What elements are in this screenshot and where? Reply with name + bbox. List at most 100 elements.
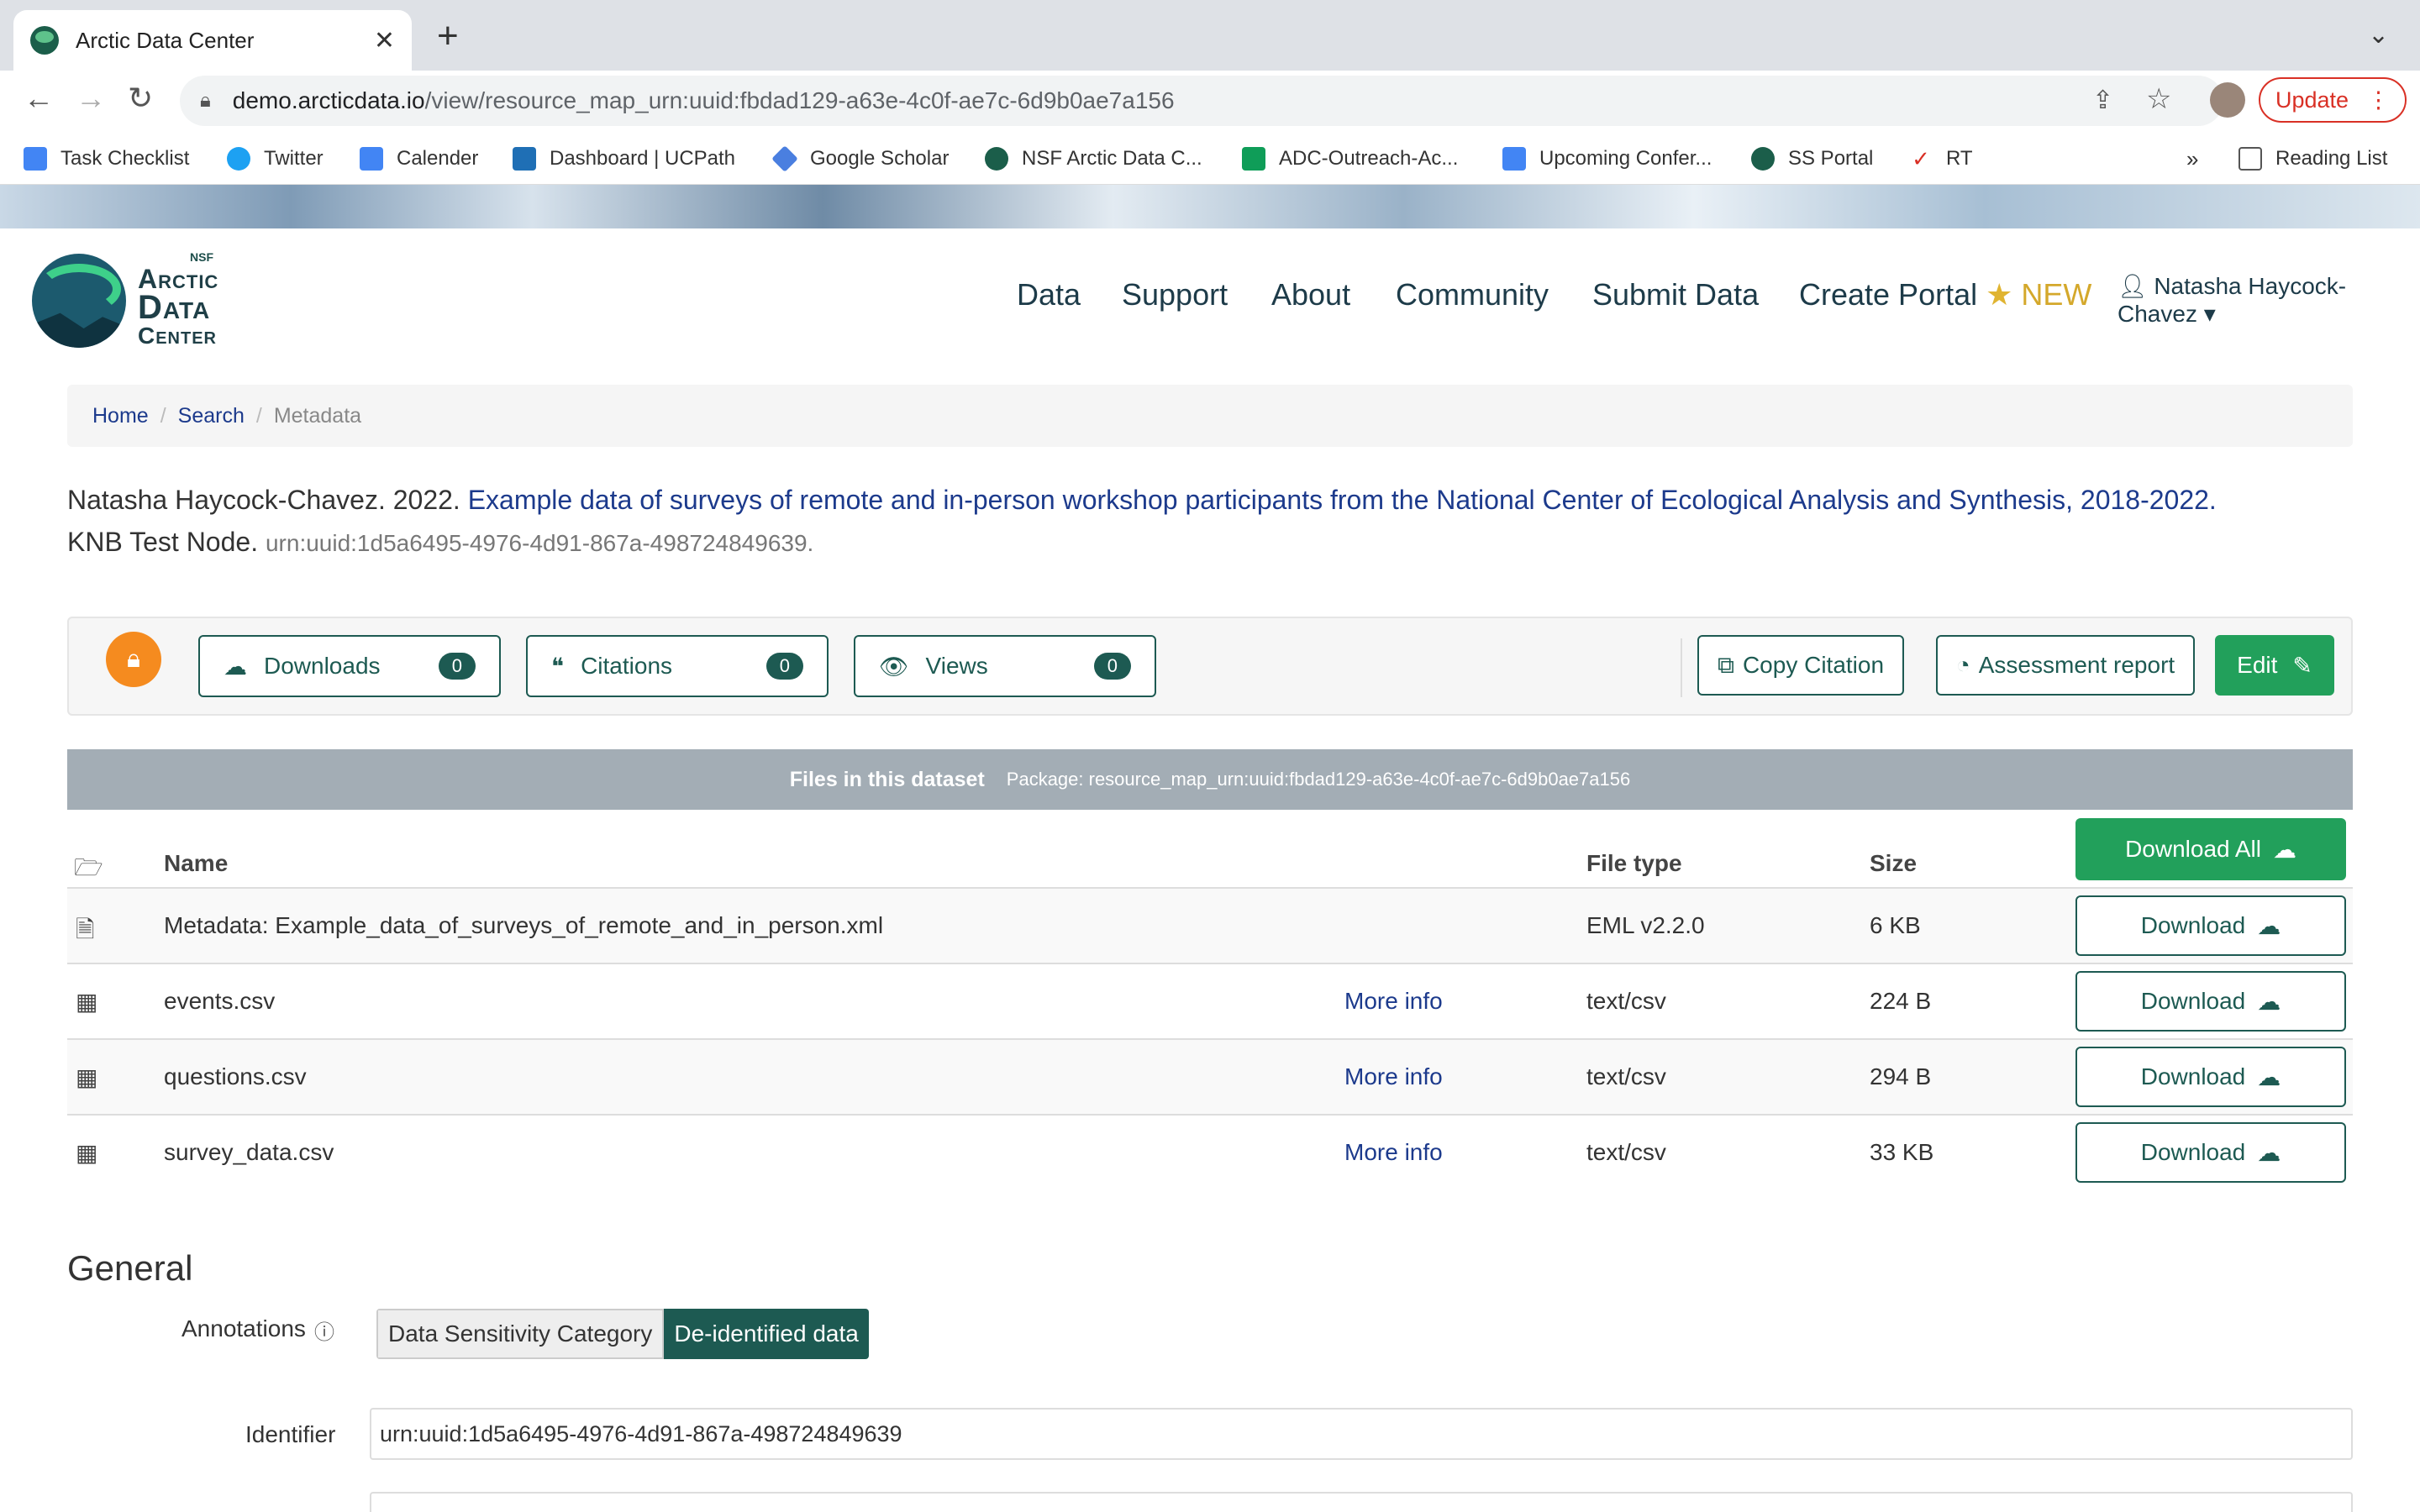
scholar-icon <box>771 145 798 172</box>
column-size: Size <box>1870 850 1918 876</box>
bookmark-calender[interactable]: Calender <box>360 144 478 173</box>
profile-avatar[interactable] <box>2210 82 2245 118</box>
annotation-value: De-identified data <box>664 1309 869 1359</box>
bookmark-upcoming-confer[interactable]: Upcoming Confer... <box>1502 144 1712 173</box>
dashboard-gauge-icon: ◔ <box>1955 652 1970 678</box>
annotations-label: Annotations <box>182 1315 306 1341</box>
citations-metric-button[interactable]: ❝ Citations 0 <box>526 635 829 697</box>
column-name: Name <box>164 850 229 876</box>
star-icon: ★ <box>1986 277 2013 312</box>
table-row: ▦ questions.csv More info text/csv 294 B… <box>67 1038 2353 1114</box>
reload-icon[interactable]: ↻ <box>128 81 153 116</box>
nav-data[interactable]: Data <box>1017 277 1081 312</box>
download-button[interactable]: Download ☁ <box>2075 1122 2346 1183</box>
download-all-button[interactable]: Download All ☁ <box>2075 818 2346 880</box>
cloud-download-icon: ☁ <box>2257 912 2281 939</box>
package-id: Package: resource_map_urn:uuid:fbdad129-… <box>1006 769 1631 790</box>
cloud-download-icon: ☁ <box>2272 836 2296 863</box>
back-icon[interactable]: ← <box>24 81 54 116</box>
citation-title-link[interactable]: Example data of surveys of remote and in… <box>468 485 2217 515</box>
user-icon: 👤︎ <box>2118 273 2148 299</box>
more-info-link[interactable]: More info <box>1344 988 1443 1015</box>
bookmark-star-icon[interactable]: ☆ <box>2146 82 2171 116</box>
cloud-download-icon: ☁ <box>224 653 247 680</box>
views-metric-button[interactable]: 👁︎ Views 0 <box>854 635 1156 697</box>
file-type: text/csv <box>1586 988 1666 1014</box>
nav-about[interactable]: About <box>1271 277 1350 312</box>
share-icon[interactable]: ⇪ <box>2092 86 2113 115</box>
browser-tab[interactable]: Arctic Data Center ✕ <box>13 10 412 71</box>
file-name: questions.csv <box>164 1063 307 1089</box>
downloads-metric-button[interactable]: ☁ Downloads 0 <box>198 635 501 697</box>
edit-button[interactable]: Edit ✎ <box>2215 635 2334 696</box>
new-badge: NEW <box>2021 277 2092 312</box>
nav-create-portal[interactable]: Create Portal ★ NEW <box>1799 277 2091 312</box>
url-host: demo.arcticdata.io <box>232 87 425 113</box>
column-file-type: File type <box>1586 850 1682 876</box>
dataset-citation: Natasha Haycock-Chavez. 2022. Example da… <box>67 479 2370 564</box>
citation-identifier: urn:uuid:1d5a6495-4976-4d91-867a-4987248… <box>265 530 814 556</box>
lock-icon[interactable]: 🔒︎ <box>106 632 161 687</box>
file-name: events.csv <box>164 988 276 1014</box>
close-tab-icon[interactable]: ✕ <box>374 26 395 55</box>
bookmark-ucpath[interactable]: Dashboard | UCPath <box>513 144 735 173</box>
new-tab-icon[interactable]: + <box>437 15 459 57</box>
ucpath-icon <box>513 147 536 171</box>
nav-support[interactable]: Support <box>1122 277 1228 312</box>
download-button[interactable]: Download ☁ <box>2075 1047 2346 1107</box>
nav-submit-data[interactable]: Submit Data <box>1592 277 1759 312</box>
more-info-link[interactable]: More info <box>1344 1063 1443 1090</box>
arctic-favicon-icon <box>30 26 59 55</box>
bookmark-nsf-arctic[interactable]: NSF Arctic Data C... <box>985 144 1202 173</box>
info-circle-icon[interactable]: ⓘ <box>314 1315 334 1345</box>
download-button[interactable]: Download ☁ <box>2075 895 2346 956</box>
assessment-report-button[interactable]: ◔ Assessment report <box>1936 635 2195 696</box>
table-icon: ▦ <box>76 989 98 1015</box>
kebab-menu-icon: ⋮ <box>2367 87 2391 113</box>
address-bar[interactable]: 🔒︎ demo.arcticdata.io/view/resource_map_… <box>180 76 2223 126</box>
arctic-data-center-logo[interactable] <box>32 254 126 348</box>
calendar-icon <box>360 147 383 171</box>
forward-icon[interactable]: → <box>76 81 106 116</box>
reading-list-icon <box>2238 147 2262 171</box>
breadcrumb-search[interactable]: Search <box>178 404 245 428</box>
breadcrumb-home[interactable]: Home <box>92 404 149 428</box>
breadcrumb-separator: / <box>160 403 166 428</box>
arctic-favicon-icon <box>985 147 1008 171</box>
caret-down-icon: ▾ <box>2203 301 2216 327</box>
toolbar-divider <box>1681 638 1682 697</box>
update-button[interactable]: Update ⋮ <box>2259 77 2407 123</box>
cloud-download-icon: ☁ <box>2257 988 2281 1015</box>
bookmark-twitter[interactable]: Twitter <box>227 144 324 173</box>
bookmarks-overflow-icon[interactable]: » <box>2186 144 2198 173</box>
reading-list[interactable]: Reading List <box>2238 144 2387 173</box>
docs-icon <box>1502 147 1526 171</box>
download-button[interactable]: Download ☁ <box>2075 971 2346 1032</box>
general-heading: General <box>67 1248 193 1288</box>
table-row: ▦ events.csv More info text/csv 224 B Do… <box>67 963 2353 1038</box>
bookmark-rt[interactable]: ✓ RT <box>1909 144 1973 173</box>
views-count-badge: 0 <box>1093 653 1131 680</box>
copy-citation-button[interactable]: ⧉ Copy Citation <box>1697 635 1904 696</box>
logo-line-data: Data <box>138 289 211 326</box>
annotation-property: Data Sensitivity Category <box>376 1309 665 1359</box>
file-name: Metadata: Example_data_of_surveys_of_rem… <box>164 912 884 938</box>
citation-repository: KNB Test Node. <box>67 527 266 557</box>
citations-count-badge: 0 <box>765 653 803 680</box>
nav-community[interactable]: Community <box>1396 277 1549 312</box>
copy-icon: ⧉ <box>1717 651 1734 678</box>
file-text-icon: 🗎 <box>76 916 95 942</box>
user-menu[interactable]: 👤︎ Natasha Haycock-Chavez ▾ <box>2118 272 2420 328</box>
citation-authors: Natasha Haycock-Chavez. 2022. <box>67 485 468 515</box>
annotation-pill[interactable]: Data Sensitivity Category De-identified … <box>376 1309 869 1359</box>
tab-title: Arctic Data Center <box>76 27 255 53</box>
bookmark-task-checklist[interactable]: Task Checklist <box>24 144 189 173</box>
more-info-link[interactable]: More info <box>1344 1139 1443 1166</box>
identifier-field[interactable]: urn:uuid:1d5a6495-4976-4d91-867a-4987248… <box>370 1408 2353 1460</box>
quote-icon: ❝ <box>551 653 565 680</box>
breadcrumb: Home / Search / Metadata <box>67 385 2353 447</box>
tab-search-chevron-icon[interactable]: ⌄ <box>2368 20 2389 50</box>
bookmark-google-scholar[interactable]: Google Scholar <box>771 144 949 173</box>
bookmark-ss-portal[interactable]: SS Portal <box>1751 144 1873 173</box>
bookmark-adc-outreach[interactable]: ADC-Outreach-Ac... <box>1242 144 1458 173</box>
